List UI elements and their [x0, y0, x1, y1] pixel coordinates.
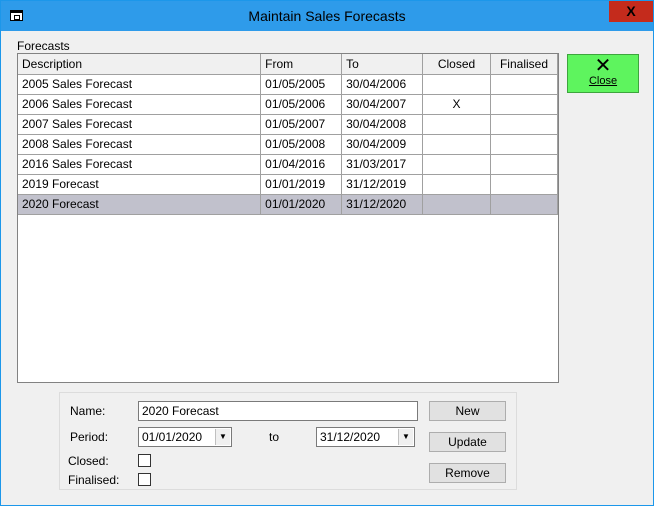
window-close-button[interactable]: X	[609, 1, 653, 22]
cell-closed	[422, 194, 491, 215]
client-area: Forecasts Description From To Closed Fin…	[1, 31, 653, 505]
column-header-description[interactable]: Description	[18, 54, 262, 75]
period-label: Period:	[70, 430, 109, 444]
cell-to: 30/04/2006	[341, 74, 424, 95]
name-input[interactable]	[138, 401, 418, 421]
close-icon: ✕	[594, 55, 612, 77]
cell-finalised	[490, 134, 558, 155]
finalised-checkbox[interactable]	[138, 473, 151, 486]
to-label: to	[269, 430, 280, 444]
cell-to: 31/03/2017	[341, 154, 424, 175]
cell-from: 01/05/2005	[260, 74, 343, 95]
cell-from: 01/01/2019	[260, 174, 343, 195]
title-bar[interactable]: Maintain Sales Forecasts X	[1, 1, 653, 31]
cell-description: 2005 Sales Forecast	[18, 74, 262, 95]
cell-from: 01/04/2016	[260, 154, 343, 175]
column-header-to[interactable]: To	[341, 54, 424, 75]
cell-description: 2020 Forecast	[18, 194, 262, 215]
column-header-finalised[interactable]: Finalised	[490, 54, 558, 75]
cell-finalised	[490, 94, 558, 115]
main-window: Maintain Sales Forecasts X Forecasts Des…	[0, 0, 654, 506]
close-button[interactable]: ✕ Close	[567, 54, 639, 93]
table-row[interactable]: 2007 Sales Forecast 01/05/2007 30/04/200…	[18, 114, 558, 135]
cell-finalised	[490, 174, 558, 195]
table-row[interactable]: 2016 Sales Forecast 01/04/2016 31/03/201…	[18, 154, 558, 175]
cell-closed	[422, 134, 491, 155]
chevron-down-icon[interactable]: ▼	[398, 429, 413, 445]
new-button[interactable]: New	[429, 401, 506, 421]
table-row[interactable]: 2006 Sales Forecast 01/05/2006 30/04/200…	[18, 94, 558, 115]
cell-finalised	[490, 114, 558, 135]
close-button-label: Close	[588, 75, 618, 87]
period-to-value: 31/12/2020	[320, 430, 381, 444]
column-header-closed[interactable]: Closed	[422, 54, 491, 75]
period-from-value: 01/01/2020	[142, 430, 203, 444]
cell-finalised	[490, 154, 558, 175]
cell-to: 31/12/2019	[341, 174, 424, 195]
column-header-from[interactable]: From	[260, 54, 343, 75]
table-row[interactable]: 2005 Sales Forecast 01/05/2005 30/04/200…	[18, 74, 558, 95]
update-button[interactable]: Update	[429, 432, 506, 452]
cell-description: 2007 Sales Forecast	[18, 114, 262, 135]
closed-label: Closed:	[68, 454, 109, 468]
remove-button[interactable]: Remove	[429, 463, 506, 483]
cell-to: 31/12/2020	[341, 194, 424, 215]
cell-from: 01/01/2020	[260, 194, 343, 215]
cell-description: 2008 Sales Forecast	[18, 134, 262, 155]
cell-closed	[422, 174, 491, 195]
cell-to: 30/04/2009	[341, 134, 424, 155]
cell-to: 30/04/2007	[341, 94, 424, 115]
period-to-select[interactable]: 31/12/2020 ▼	[316, 427, 415, 447]
forecasts-table: Description From To Closed Finalised 200…	[18, 54, 558, 215]
cell-from: 01/05/2008	[260, 134, 343, 155]
cell-description: 2016 Sales Forecast	[18, 154, 262, 175]
cell-to: 30/04/2008	[341, 114, 424, 135]
grid-header-row: Description From To Closed Finalised	[18, 54, 558, 75]
name-label: Name:	[70, 404, 106, 418]
finalised-label: Finalised:	[68, 473, 120, 487]
cell-finalised	[490, 194, 558, 215]
cell-closed	[422, 154, 491, 175]
forecasts-grid[interactable]: Description From To Closed Finalised 200…	[17, 53, 559, 383]
cell-closed: X	[422, 94, 491, 115]
chevron-down-icon[interactable]: ▼	[215, 429, 230, 445]
forecasts-group-label: Forecasts	[17, 39, 70, 53]
table-row[interactable]: 2019 Forecast 01/01/2019 31/12/2019	[18, 174, 558, 195]
period-from-select[interactable]: 01/01/2020 ▼	[138, 427, 232, 447]
cell-closed	[422, 114, 491, 135]
table-row-selected[interactable]: 2020 Forecast 01/01/2020 31/12/2020	[18, 194, 558, 215]
cell-description: 2006 Sales Forecast	[18, 94, 262, 115]
cell-from: 01/05/2007	[260, 114, 343, 135]
cell-description: 2019 Forecast	[18, 174, 262, 195]
forecast-edit-panel: Name: Period: 01/01/2020 ▼ to 31/12/2020…	[59, 392, 517, 490]
cell-closed	[422, 74, 491, 95]
closed-checkbox[interactable]	[138, 454, 151, 467]
cell-finalised	[490, 74, 558, 95]
window-title: Maintain Sales Forecasts	[248, 8, 406, 24]
cell-from: 01/05/2006	[260, 94, 343, 115]
table-row[interactable]: 2008 Sales Forecast 01/05/2008 30/04/200…	[18, 134, 558, 155]
